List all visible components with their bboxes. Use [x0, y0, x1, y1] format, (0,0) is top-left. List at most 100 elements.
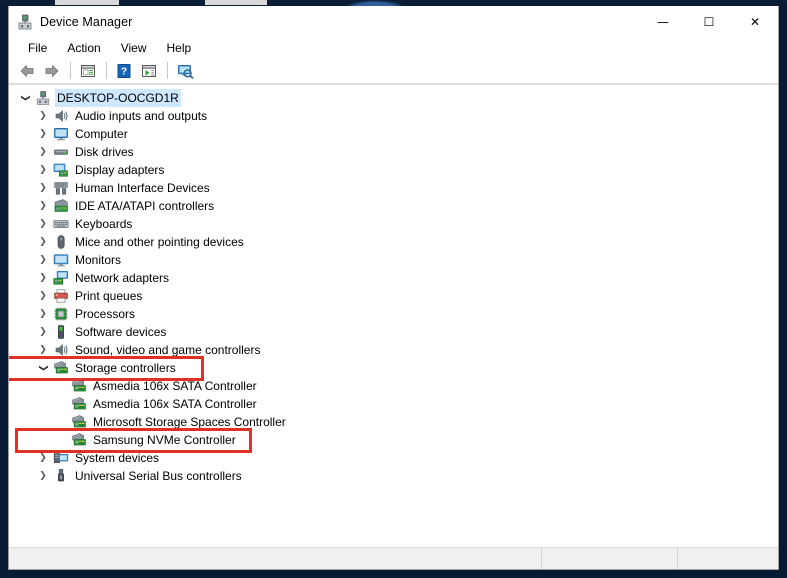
tree-item-label: Mice and other pointing devices	[75, 235, 244, 249]
maximize-button[interactable]: ☐	[686, 6, 732, 37]
forward-button[interactable]	[40, 60, 64, 82]
menu-file[interactable]: File	[19, 39, 56, 57]
tree-item-label: Software devices	[75, 325, 167, 339]
tree-item-label: Display adapters	[75, 163, 165, 177]
toolbar: ?	[9, 58, 778, 84]
speaker-icon	[51, 342, 71, 358]
tree-item-print-queues[interactable]: ❯ Print queues	[9, 287, 778, 305]
chevron-right-icon[interactable]: ❯	[35, 162, 51, 178]
storage-controller-icon	[51, 360, 71, 376]
chevron-down-icon[interactable]: ❯	[17, 90, 33, 106]
status-pane-tertiary	[678, 548, 778, 569]
chevron-right-icon[interactable]: ❯	[35, 234, 51, 250]
close-button[interactable]: ✕	[732, 6, 778, 37]
tree-item-label: Processors	[75, 307, 136, 321]
backdrop-chip-1	[55, 0, 119, 5]
chevron-right-icon[interactable]: ❯	[35, 306, 51, 322]
tree-item-microsoft-storage-spaces-controller[interactable]: Microsoft Storage Spaces Controller	[9, 413, 778, 431]
help-button[interactable]: ?	[112, 60, 136, 82]
tree-item-label: Universal Serial Bus controllers	[75, 469, 242, 483]
toolbar-separator-1	[70, 62, 71, 79]
maximize-icon: ☐	[703, 14, 715, 29]
tree-item-label: DESKTOP-OOCGD1R	[55, 89, 181, 107]
tree-item-desktop-oocgd1r[interactable]: ❯ DESKTOP-OOCGD1R	[9, 89, 778, 107]
chevron-right-icon[interactable]: ❯	[35, 252, 51, 268]
help-question-icon: ?	[117, 63, 131, 78]
monitor-screen-icon	[51, 252, 71, 268]
scan-hardware-button[interactable]	[173, 60, 197, 82]
chevron-right-icon[interactable]: ❯	[35, 180, 51, 196]
tree-item-audio-inputs-and-outputs[interactable]: ❯ Audio inputs and outputs	[9, 107, 778, 125]
device-manager-window: Device Manager — ☐ ✕ File Action View Help	[8, 6, 779, 570]
tree-item-asmedia-106x-sata-controller[interactable]: Asmedia 106x SATA Controller	[9, 395, 778, 413]
tree-item-computer[interactable]: ❯ Computer	[9, 125, 778, 143]
tree-item-disk-drives[interactable]: ❯ Disk drives	[9, 143, 778, 161]
monitor-icon	[51, 126, 71, 142]
back-button[interactable]	[15, 60, 39, 82]
tree-item-network-adapters[interactable]: ❯ Network adapters	[9, 269, 778, 287]
title-bar[interactable]: Device Manager — ☐ ✕	[9, 6, 778, 37]
menu-action[interactable]: Action	[58, 39, 109, 57]
status-pane-secondary	[542, 548, 678, 569]
minimize-icon: —	[657, 14, 669, 29]
chevron-right-icon[interactable]: ❯	[35, 216, 51, 232]
computer-root-icon	[33, 90, 53, 106]
tree-item-asmedia-106x-sata-controller[interactable]: Asmedia 106x SATA Controller	[9, 377, 778, 395]
tree-item-monitors[interactable]: ❯ Monitors	[9, 251, 778, 269]
tree-item-keyboards[interactable]: ❯ Keyboards	[9, 215, 778, 233]
usb-icon	[51, 468, 71, 484]
forward-arrow-icon	[45, 64, 59, 77]
chevron-right-icon[interactable]: ❯	[35, 468, 51, 484]
update-driver-button[interactable]	[137, 60, 161, 82]
properties-button[interactable]	[76, 60, 100, 82]
update-driver-icon	[142, 64, 156, 77]
tree-item-system-devices[interactable]: ❯ System devices	[9, 449, 778, 467]
tree-item-label: Storage controllers	[75, 361, 176, 375]
tree-item-human-interface-devices[interactable]: ❯ Human Interface Devices	[9, 179, 778, 197]
tree-item-processors[interactable]: ❯ Processors	[9, 305, 778, 323]
chevron-right-icon[interactable]: ❯	[35, 288, 51, 304]
chevron-right-icon[interactable]: ❯	[35, 144, 51, 160]
chevron-right-icon[interactable]: ❯	[35, 198, 51, 214]
status-pane-main	[9, 548, 542, 569]
toolbar-separator-3	[167, 62, 168, 79]
chevron-right-icon[interactable]: ❯	[35, 342, 51, 358]
tree-item-storage-controllers[interactable]: ❯ Storage controllers	[9, 359, 778, 377]
chevron-right-icon[interactable]: ❯	[35, 450, 51, 466]
processor-icon	[51, 306, 71, 322]
menu-help[interactable]: Help	[158, 39, 201, 57]
chevron-down-icon[interactable]: ❯	[35, 360, 51, 376]
tree-item-ide-ata-atapi-controllers[interactable]: ❯ IDE ATA/ATAPI controllers	[9, 197, 778, 215]
tree-item-display-adapters[interactable]: ❯ Display adapters	[9, 161, 778, 179]
tree-item-label: Print queues	[75, 289, 143, 303]
svg-text:?: ?	[121, 65, 127, 77]
chevron-right-icon[interactable]: ❯	[35, 108, 51, 124]
chevron-right-icon[interactable]: ❯	[35, 270, 51, 286]
minimize-button[interactable]: —	[640, 6, 686, 37]
tree-item-label: Network adapters	[75, 271, 170, 285]
ide-controller-icon	[51, 198, 71, 214]
gamepad-icon	[51, 180, 71, 196]
scan-hardware-icon	[178, 64, 194, 79]
printer-icon	[51, 288, 71, 304]
close-icon: ✕	[749, 14, 761, 29]
display-adapter-icon	[51, 162, 71, 178]
tree-item-universal-serial-bus-controllers[interactable]: ❯ Universal Serial Bus controllers	[9, 467, 778, 485]
chevron-right-icon[interactable]: ❯	[35, 324, 51, 340]
tree-item-sound-video-and-game-controllers[interactable]: ❯ Sound, video and game controllers	[9, 341, 778, 359]
mouse-icon	[51, 234, 71, 250]
tree-item-label: Audio inputs and outputs	[75, 109, 208, 123]
tree-item-software-devices[interactable]: ❯ Software devices	[9, 323, 778, 341]
storage-controller-icon	[69, 414, 89, 430]
menu-bar: File Action View Help	[9, 37, 778, 58]
tree-item-label: System devices	[75, 451, 160, 465]
storage-controller-icon	[69, 396, 89, 412]
back-arrow-icon	[20, 64, 34, 77]
chevron-right-icon[interactable]: ❯	[35, 126, 51, 142]
tree-item-samsung-nvme-controller[interactable]: Samsung NVMe Controller	[9, 431, 778, 449]
device-tree[interactable]: ❯ DESKTOP-OOCGD1R ❯ Audio inputs and outp…	[9, 84, 778, 547]
speaker-icon	[51, 108, 71, 124]
software-device-icon	[51, 324, 71, 340]
tree-item-mice-and-other-pointing-devices[interactable]: ❯ Mice and other pointing devices	[9, 233, 778, 251]
menu-view[interactable]: View	[112, 39, 156, 57]
